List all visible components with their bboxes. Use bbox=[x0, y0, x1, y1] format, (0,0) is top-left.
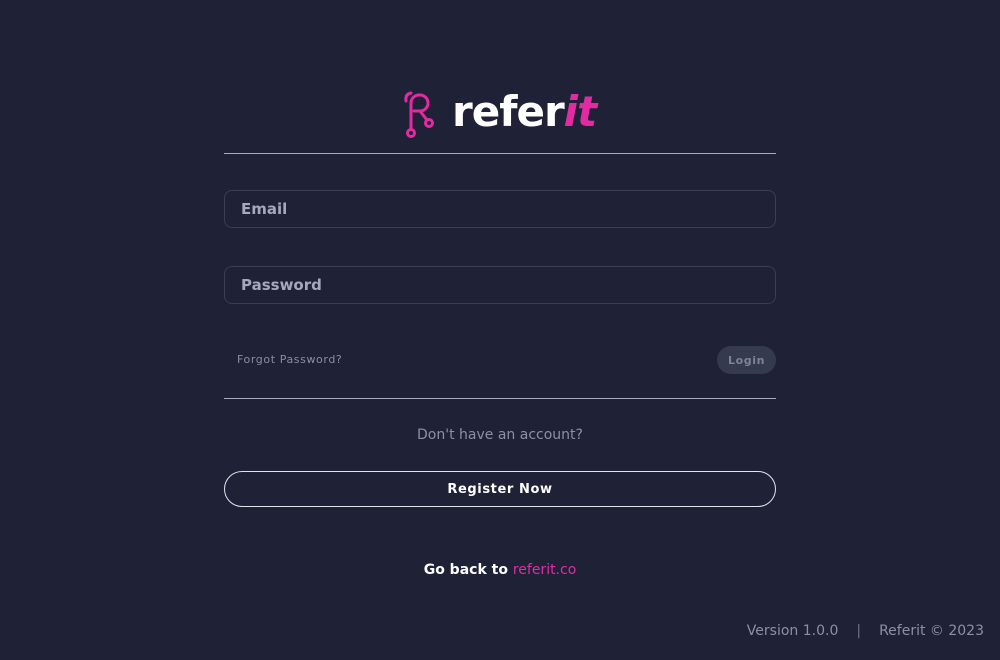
brand-name-main: refer bbox=[452, 87, 565, 136]
email-field[interactable] bbox=[225, 191, 775, 227]
go-back-text: Go back to referit.co bbox=[0, 562, 1000, 578]
footer: Version 1.0.0 | Referit © 2023 bbox=[747, 623, 984, 639]
login-button[interactable]: Login bbox=[717, 346, 776, 374]
password-field[interactable] bbox=[225, 267, 775, 303]
forgot-password-link[interactable]: Forgot Password? bbox=[237, 353, 342, 366]
referit-logo: referit bbox=[402, 88, 602, 140]
version-label: Version 1.0.0 bbox=[746, 623, 839, 639]
footer-separator: | bbox=[856, 623, 862, 639]
copyright-label: Referit © 2023 bbox=[879, 623, 984, 639]
register-button[interactable]: Register Now bbox=[224, 471, 776, 507]
email-field-container bbox=[224, 190, 776, 228]
referit-logo-icon bbox=[404, 91, 434, 138]
no-account-prompt: Don't have an account? bbox=[417, 427, 583, 443]
password-field-container bbox=[224, 266, 776, 304]
brand-name-accent: it bbox=[563, 87, 597, 136]
brand-wordmark: referit bbox=[452, 91, 597, 133]
go-back-prefix: Go back to bbox=[423, 562, 513, 578]
referit-co-link[interactable]: referit.co bbox=[513, 562, 576, 578]
middle-divider bbox=[224, 398, 776, 399]
top-divider bbox=[224, 153, 776, 154]
